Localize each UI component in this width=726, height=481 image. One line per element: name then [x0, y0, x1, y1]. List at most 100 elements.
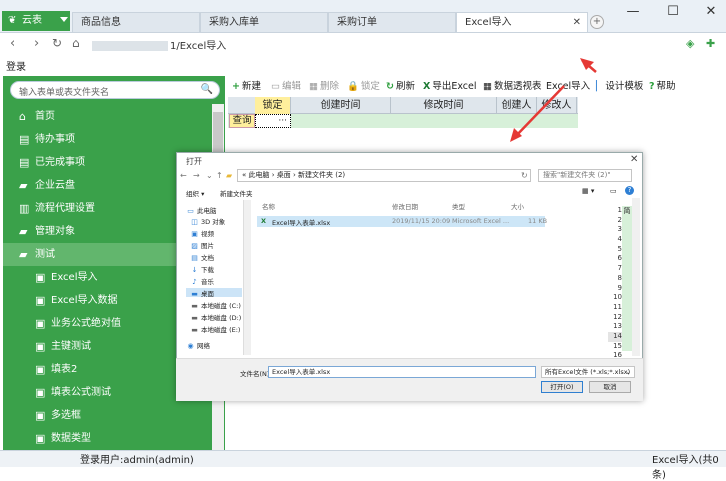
- file-header-name[interactable]: 名称: [262, 201, 275, 211]
- sidebar-item-data-types[interactable]: ▣ 数据类型: [3, 427, 212, 450]
- form-icon: ▣: [35, 409, 46, 422]
- row-number-strip: 1 2 3 4 5 6 7 8 9 10 11 12 13 14 15 16: [608, 206, 622, 359]
- new-label: 新建: [241, 81, 261, 92]
- tree-item-this-pc[interactable]: ▭ 此电脑: [186, 205, 216, 215]
- lock-button[interactable]: 🔒 锁定: [347, 80, 380, 94]
- file-header-size[interactable]: 大小: [511, 201, 524, 211]
- view-options-icon[interactable]: ▦ ▾: [582, 187, 594, 195]
- dialog-help-icon[interactable]: ?: [625, 186, 634, 195]
- refresh-button[interactable]: ↻ 刷新: [386, 80, 415, 94]
- app-grid-icon[interactable]: ◈: [686, 37, 694, 50]
- tree-item-network[interactable]: ◉ 网络: [186, 340, 210, 350]
- tree-item-desktop[interactable]: ▬ 桌面: [190, 288, 214, 298]
- picture-icon: ▨: [191, 242, 198, 250]
- row-number: 13: [613, 322, 622, 331]
- minimize-button[interactable]: —: [620, 3, 646, 21]
- tree-label: 本地磁盘 (D:): [201, 314, 242, 322]
- dialog-recent-icon[interactable]: ⌄: [206, 171, 213, 180]
- new-button[interactable]: + 新建: [232, 80, 261, 94]
- home-icon[interactable]: ⌂: [72, 36, 80, 50]
- app-menu-button[interactable]: ❦ 云表: [2, 11, 70, 31]
- query-button[interactable]: 查询: [229, 114, 255, 128]
- new-tab-button[interactable]: +: [590, 15, 604, 29]
- plus-icon: +: [232, 81, 240, 92]
- file-header-type[interactable]: 类型: [452, 201, 465, 211]
- search-icon[interactable]: 🔍: [201, 84, 213, 95]
- col-header-created-time[interactable]: 创建时间: [291, 97, 391, 114]
- dialog-breadcrumb[interactable]: « 此电脑 › 桌面 › 新建文件夹 (2): [237, 169, 531, 182]
- sidebar-item-label: 首页: [35, 111, 55, 122]
- sidebar-item-home[interactable]: ⌂ 首页: [3, 105, 212, 128]
- organize-menu[interactable]: 组织 ▾: [186, 188, 204, 198]
- tree-item-drive-e[interactable]: ▬ 本地磁盘 (E:): [190, 324, 240, 334]
- close-window-button[interactable]: ✕: [698, 3, 724, 21]
- delete-button[interactable]: ▦ 删除: [309, 80, 339, 94]
- tree-item-documents[interactable]: ▤ 文档: [190, 252, 214, 262]
- tree-scrollbar[interactable]: [243, 200, 251, 355]
- file-size: 11 KB: [528, 217, 548, 225]
- col-header-lock[interactable]: 锁定: [255, 97, 291, 114]
- close-tab-icon[interactable]: ✕: [573, 13, 581, 32]
- tree-label: 3D 对象: [201, 218, 226, 226]
- dialog-forward-icon[interactable]: →: [193, 171, 200, 180]
- query-cell-ellipsis[interactable]: ···: [255, 114, 291, 128]
- delete-label: 删除: [319, 81, 339, 92]
- tree-item-downloads[interactable]: ↓ 下载: [190, 264, 214, 274]
- url-field[interactable]: 1/Excel导入: [92, 37, 226, 52]
- new-folder-button[interactable]: 新建文件夹: [220, 188, 253, 198]
- export-excel-button[interactable]: X 导出Excel: [423, 80, 477, 94]
- tree-item-videos[interactable]: ▣ 视频: [190, 228, 214, 238]
- dialog-footer: [176, 358, 643, 401]
- help-button[interactable]: ? 帮助: [649, 80, 676, 94]
- tab-excel-import[interactable]: Excel导入 ✕: [456, 12, 588, 32]
- tree-item-drive-c[interactable]: ▬ 本地磁盘 (C:): [190, 300, 241, 310]
- folder-icon: ▰: [19, 179, 28, 192]
- sidebar-search-input[interactable]: 输入表单或表文件夹名 🔍: [10, 81, 220, 99]
- col-header-modified-time[interactable]: 修改时间: [391, 97, 497, 114]
- refresh-icon[interactable]: ↻: [52, 36, 62, 50]
- cancel-button[interactable]: 取消: [589, 381, 631, 393]
- sidebar-item-multi-select[interactable]: ▣ 多选框: [3, 404, 212, 427]
- tree-label: 图片: [201, 242, 214, 250]
- document-icon: ▤: [191, 254, 198, 262]
- file-list-scrollbar[interactable]: [632, 198, 640, 356]
- row-number: 4: [617, 235, 622, 244]
- row-number: 1: [617, 206, 622, 214]
- filetype-label: 所有Excel文件 (*.xls;*.xlsx): [545, 368, 631, 376]
- dialog-search-input[interactable]: 搜索"新建文件夹 (2)": [538, 169, 632, 182]
- open-button[interactable]: 打开(O): [541, 381, 583, 393]
- filetype-select[interactable]: 所有Excel文件 (*.xls;*.xlsx) ⌄: [541, 366, 635, 378]
- tab-purchase-receipt[interactable]: 采购入库单: [200, 12, 328, 32]
- edit-button[interactable]: ▭ 编辑: [271, 80, 301, 94]
- drive-icon: ▬: [191, 314, 198, 322]
- back-icon[interactable]: ‹: [10, 36, 15, 51]
- tree-item-pictures[interactable]: ▨ 图片: [190, 240, 214, 250]
- tab-product-info[interactable]: 商品信息: [72, 12, 200, 32]
- pivot-icon: ▦: [483, 81, 492, 92]
- dialog-title: 打开: [186, 157, 202, 166]
- tree-item-music[interactable]: ♪ 音乐: [190, 276, 214, 286]
- sidebar-item-todo[interactable]: ▤ 待办事项: [3, 128, 212, 151]
- dialog-refresh-icon[interactable]: ↻: [521, 171, 528, 180]
- filename-input[interactable]: Excel导入表单.xlsx: [268, 366, 536, 378]
- file-header-modified[interactable]: 修改日期: [392, 201, 418, 211]
- dialog-close-button[interactable]: ✕: [630, 154, 638, 165]
- tree-item-3d-objects[interactable]: ◫ 3D 对象: [190, 216, 225, 226]
- row-number: 3: [617, 225, 622, 234]
- dialog-up-icon[interactable]: ↑: [216, 171, 223, 180]
- maximize-button[interactable]: ☐: [660, 3, 686, 21]
- tab-label: Excel导入: [465, 17, 512, 28]
- redacted-host: [92, 41, 168, 51]
- dialog-back-icon[interactable]: ←: [180, 171, 187, 180]
- cross-icon[interactable]: ✚: [706, 37, 715, 50]
- help-label: 帮助: [656, 81, 676, 92]
- forward-icon[interactable]: ›: [34, 36, 39, 51]
- lock-label: 锁定: [360, 81, 380, 92]
- sidebar-item-label: 流程代理设置: [35, 203, 95, 214]
- tab-purchase-order[interactable]: 采购订单: [328, 12, 456, 32]
- preview-pane-icon[interactable]: ▭: [610, 187, 617, 195]
- login-label[interactable]: 登录: [6, 58, 26, 73]
- edit-icon: ▭: [271, 81, 280, 92]
- tree-item-drive-d[interactable]: ▬ 本地磁盘 (D:): [190, 312, 241, 322]
- delete-icon: ▦: [309, 81, 318, 92]
